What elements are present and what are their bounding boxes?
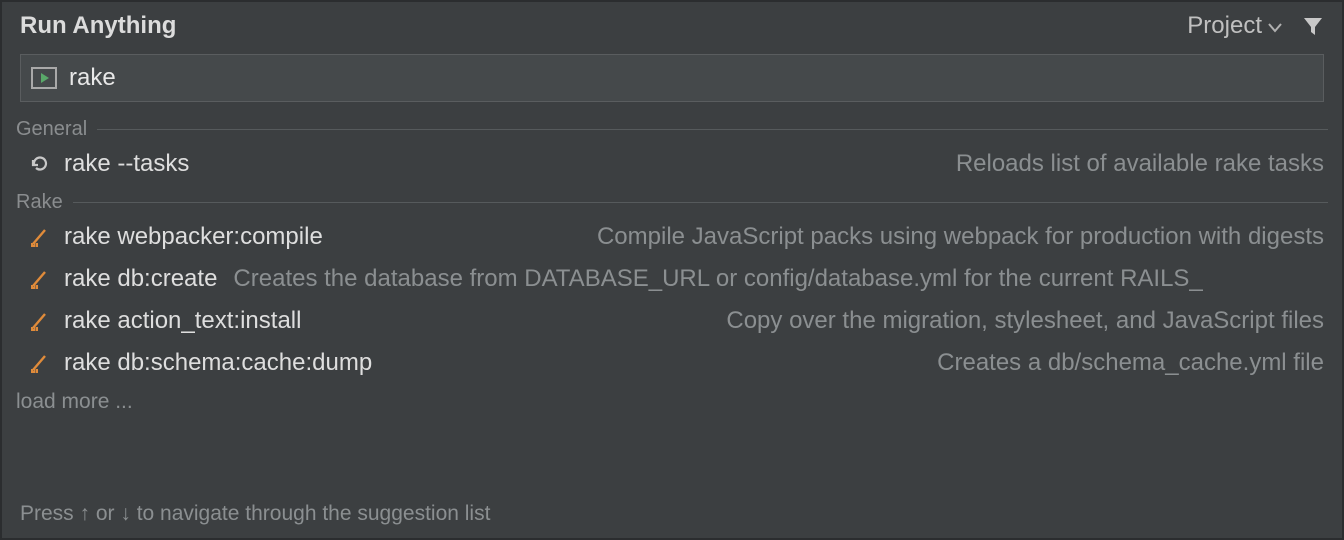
result-description: Compile JavaScript packs using webpack f… xyxy=(335,223,1324,251)
result-row[interactable]: rake --tasks Reloads list of available r… xyxy=(2,143,1342,185)
divider xyxy=(73,202,1328,203)
run-anything-popup: Run Anything Project General xyxy=(0,0,1344,540)
scope-label: Project xyxy=(1187,12,1262,40)
section-label: General xyxy=(16,118,87,141)
scope-selector[interactable]: Project xyxy=(1187,12,1282,40)
refresh-icon xyxy=(28,154,52,174)
filter-icon[interactable] xyxy=(1302,15,1324,37)
load-more-link[interactable]: load more ... xyxy=(2,384,1342,420)
result-row[interactable]: rake db:schema:cache:dump Creates a db/s… xyxy=(2,342,1342,384)
popup-title: Run Anything xyxy=(20,12,176,40)
result-command: rake db:create xyxy=(64,265,217,293)
header-actions: Project xyxy=(1187,12,1324,40)
result-row[interactable]: rake webpacker:compile Compile JavaScrip… xyxy=(2,216,1342,258)
divider xyxy=(97,129,1328,130)
result-description: Reloads list of available rake tasks xyxy=(201,150,1324,178)
section-header-general: General xyxy=(2,112,1342,143)
result-command: rake db:schema:cache:dump xyxy=(64,349,372,377)
section-header-rake: Rake xyxy=(2,185,1342,216)
search-field-container xyxy=(20,54,1324,102)
footer-hint: Press ↑ or ↓ to navigate through the sug… xyxy=(2,492,1342,538)
result-command: rake action_text:install xyxy=(64,307,301,335)
result-row[interactable]: rake db:create Creates the database from… xyxy=(2,258,1342,300)
result-description: Creates the database from DATABASE_URL o… xyxy=(229,265,1324,293)
rake-icon xyxy=(28,310,52,332)
result-command: rake webpacker:compile xyxy=(64,223,323,251)
result-command: rake --tasks xyxy=(64,150,189,178)
rake-icon xyxy=(28,352,52,374)
search-input[interactable] xyxy=(69,64,1313,92)
result-row[interactable]: rake action_text:install Copy over the m… xyxy=(2,300,1342,342)
result-description: Copy over the migration, stylesheet, and… xyxy=(313,307,1324,335)
header: Run Anything Project xyxy=(2,2,1342,48)
section-label: Rake xyxy=(16,191,63,214)
rake-icon xyxy=(28,226,52,248)
result-description: Creates a db/schema_cache.yml file xyxy=(384,349,1324,377)
rake-icon xyxy=(28,268,52,290)
chevron-down-icon xyxy=(1268,12,1282,40)
run-icon xyxy=(31,67,57,89)
